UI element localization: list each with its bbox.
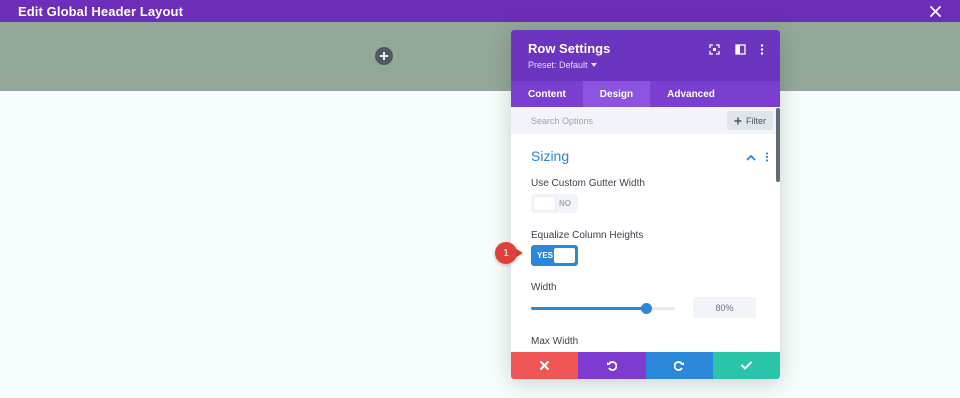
undo-button[interactable] [578,352,646,379]
modal-footer [511,352,780,379]
tab-design[interactable]: Design [582,81,651,107]
slider-handle[interactable] [641,303,653,314]
equalize-heights-label: Equalize Column Heights [531,230,644,241]
modal-header: Row Settings Preset: Default [511,30,780,81]
discard-button[interactable] [511,352,579,379]
tab-advanced[interactable]: Advanced [650,81,732,107]
scrollbar[interactable] [776,108,780,182]
undo-icon [607,361,618,371]
columns-icon[interactable] [733,42,747,56]
width-value-input[interactable] [693,297,756,318]
x-icon [540,361,550,370]
preset-label: Preset: Default [528,60,588,70]
add-row-button[interactable] [375,47,393,65]
filter-button[interactable]: Filter [727,111,773,130]
expand-icon[interactable] [707,42,721,56]
slider-fill [531,307,647,310]
width-slider[interactable] [531,303,675,314]
page-title: Edit Global Header Layout [18,3,184,19]
more-vertical-icon[interactable] [755,42,769,56]
save-button[interactable] [712,352,780,379]
search-input[interactable]: Search Options [531,116,593,126]
search-options-bar: Search Options Filter [511,107,780,134]
top-bar: Edit Global Header Layout [0,0,960,22]
toggle-state: NO [559,199,571,208]
row-settings-modal: Row Settings Preset: Default Content Des… [511,30,780,379]
caret-down-icon [590,63,597,67]
tab-content[interactable]: Content [511,81,583,107]
toggle-knob [534,197,555,210]
header-section [0,22,960,91]
plus-icon [734,117,742,124]
page-canvas [0,91,960,398]
gutter-width-toggle[interactable]: NO [531,194,578,213]
toggle-knob [554,248,575,263]
max-width-label: Max Width [531,336,579,347]
check-icon [740,361,752,370]
modal-title: Row Settings [528,41,611,56]
section-title-sizing[interactable]: Sizing [531,148,569,164]
gutter-width-label: Use Custom Gutter Width [531,178,645,189]
preset-dropdown[interactable]: Preset: Default [528,60,597,70]
tab-bar: Content Design Advanced [511,81,780,107]
filter-label: Filter [746,115,766,126]
toggle-state: YES [537,251,554,260]
close-icon[interactable] [926,2,944,20]
redo-icon [673,361,684,371]
equalize-heights-toggle[interactable]: YES [531,245,578,266]
chevron-up-icon[interactable] [745,151,757,163]
annotation-badge: 1 [495,242,517,264]
plus-icon [379,51,389,61]
redo-button[interactable] [645,352,713,379]
width-label: Width [531,282,557,293]
more-vertical-icon[interactable] [761,151,773,163]
